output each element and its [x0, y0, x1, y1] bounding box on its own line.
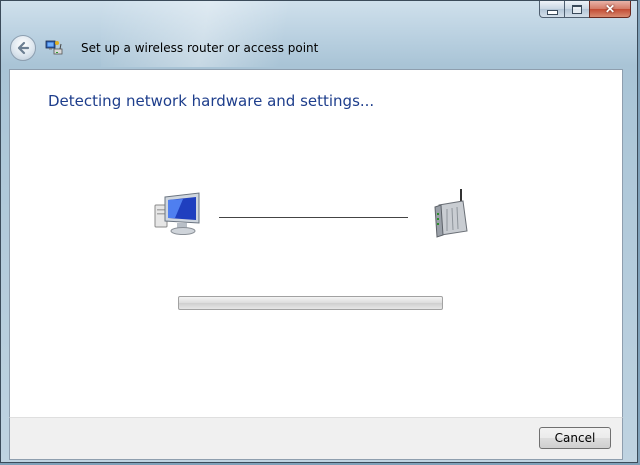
wizard-footer: Cancel [9, 417, 623, 460]
detection-progress-bar [178, 296, 443, 310]
wizard-window: ✕ Set up a wireless router or access poi… [0, 0, 638, 463]
caption-buttons: ✕ [539, 1, 631, 18]
close-icon: ✕ [604, 2, 616, 16]
minimize-button[interactable] [539, 1, 565, 18]
page-heading: Detecting network hardware and settings.… [48, 92, 375, 110]
computer-icon [154, 192, 200, 235]
back-button[interactable] [10, 35, 36, 61]
wizard-content: Detecting network hardware and settings.… [9, 69, 623, 417]
maximize-icon [572, 4, 582, 14]
close-button[interactable]: ✕ [589, 1, 631, 18]
glass-reflection [101, 1, 361, 67]
minimize-icon [546, 9, 558, 15]
network-wizard-icon [45, 40, 63, 55]
router-icon [434, 189, 468, 238]
window-title: Set up a wireless router or access point [81, 41, 319, 55]
connection-line [219, 217, 408, 218]
cancel-button[interactable]: Cancel [539, 427, 611, 449]
back-arrow-icon [17, 41, 30, 55]
maximize-button[interactable] [564, 1, 590, 18]
